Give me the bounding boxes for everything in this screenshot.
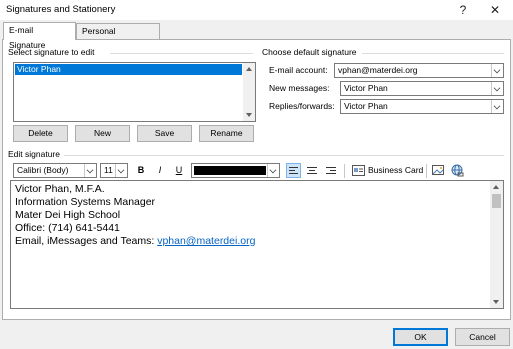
default-signature-label: Choose default signature <box>262 47 357 57</box>
align-center-button[interactable] <box>305 164 319 178</box>
rename-button[interactable]: Rename <box>199 125 254 142</box>
insert-picture-button[interactable] <box>431 163 446 178</box>
business-card-button[interactable]: Business Card <box>350 163 424 178</box>
signature-line: Mater Dei High School <box>15 209 121 221</box>
font-color-select[interactable] <box>191 163 280 178</box>
group-divider <box>64 155 504 156</box>
signature-line-prefix: Email, iMessages and Teams: <box>15 235 158 247</box>
italic-button[interactable]: I <box>153 163 167 178</box>
signature-line: Victor Phan, M.F.A. <box>15 183 105 195</box>
signature-line: Office: (714) 641-5441 <box>15 222 120 234</box>
save-button[interactable]: Save <box>137 125 192 142</box>
align-right-icon <box>326 167 336 174</box>
toolbar-separator <box>426 164 427 178</box>
font-value: Calibri (Body) <box>17 165 69 175</box>
new-messages-value: Victor Phan <box>344 83 388 93</box>
replies-forwards-value: Victor Phan <box>344 101 388 111</box>
font-select[interactable]: Calibri (Body) <box>13 163 97 178</box>
ok-button[interactable]: OK <box>393 328 448 346</box>
bold-button[interactable]: B <box>134 163 148 178</box>
group-divider <box>362 53 504 54</box>
insert-picture-icon <box>432 165 444 175</box>
font-size-value: 11 <box>104 165 113 175</box>
replies-forwards-label: Replies/forwards: <box>269 101 335 111</box>
new-button[interactable]: New <box>75 125 130 142</box>
insert-hyperlink-button[interactable] <box>450 163 465 178</box>
hyperlink-globe-icon <box>451 164 464 177</box>
close-button[interactable]: ✕ <box>484 1 506 19</box>
email-account-select[interactable]: vphan@materdei.org <box>334 63 504 78</box>
new-messages-select[interactable]: Victor Phan <box>340 81 504 96</box>
font-size-select[interactable]: 11 <box>100 163 128 178</box>
font-color-swatch <box>194 166 266 175</box>
signature-line: Email, iMessages and Teams: vphan@materd… <box>15 235 255 248</box>
align-left-icon <box>289 167 298 174</box>
chevron-down-icon[interactable] <box>267 164 279 177</box>
group-divider <box>110 53 253 54</box>
chevron-down-icon[interactable] <box>84 164 96 177</box>
chevron-down-icon[interactable] <box>115 164 127 177</box>
cancel-button[interactable]: Cancel <box>455 328 510 346</box>
align-right-button[interactable] <box>324 164 338 178</box>
editor-scrollbar[interactable] <box>490 181 503 308</box>
business-card-label: Business Card <box>368 165 424 175</box>
delete-button[interactable]: Delete <box>13 125 68 142</box>
align-left-button[interactable] <box>286 163 301 178</box>
scroll-down-icon[interactable] <box>493 300 499 304</box>
scroll-up-icon[interactable] <box>493 185 499 189</box>
underline-button[interactable]: U <box>172 163 186 178</box>
signature-list-item[interactable]: Victor Phan <box>15 64 242 75</box>
signature-line: Information Systems Manager <box>15 196 156 208</box>
email-account-value: vphan@materdei.org <box>338 65 418 75</box>
business-card-icon <box>352 165 365 176</box>
tab-email-signature[interactable]: E-mail Signature <box>3 22 76 50</box>
chevron-down-icon[interactable] <box>491 64 503 77</box>
chevron-down-icon[interactable] <box>491 82 503 95</box>
signature-email-link[interactable]: vphan@materdei.org <box>157 235 255 247</box>
scroll-up-icon[interactable] <box>246 67 252 71</box>
edit-signature-label: Edit signature <box>8 149 60 159</box>
signature-editor[interactable]: Victor Phan, M.F.A. Information Systems … <box>10 180 504 309</box>
chevron-down-icon[interactable] <box>491 100 503 113</box>
signature-list[interactable]: Victor Phan <box>13 62 256 122</box>
help-button[interactable]: ? <box>452 1 474 19</box>
window-title: Signatures and Stationery <box>6 4 116 15</box>
replies-forwards-select[interactable]: Victor Phan <box>340 99 504 114</box>
list-scrollbar[interactable] <box>243 63 255 121</box>
tab-personal-stationery[interactable]: Personal Stationery <box>76 23 160 51</box>
email-account-label: E-mail account: <box>269 65 328 75</box>
new-messages-label: New messages: <box>269 83 330 93</box>
scroll-thumb[interactable] <box>492 194 501 208</box>
scroll-down-icon[interactable] <box>246 113 252 117</box>
align-center-icon <box>307 167 317 174</box>
toolbar-separator <box>344 164 345 178</box>
